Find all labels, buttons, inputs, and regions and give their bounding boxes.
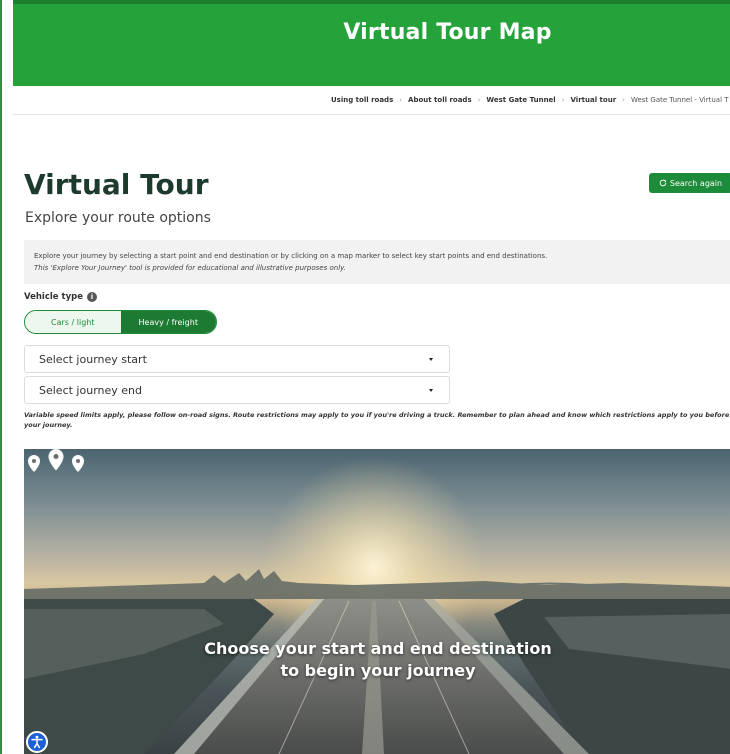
chevron-right-icon: › <box>622 96 625 104</box>
journey-start-placeholder: Select journey start <box>39 352 147 366</box>
page-title: Virtual Tour <box>24 168 209 201</box>
vehicle-type-text: Vehicle type <box>24 292 83 302</box>
accessibility-icon <box>31 735 43 749</box>
chevron-right-icon: › <box>399 96 403 104</box>
hero-line-2: to begin your journey <box>280 661 476 680</box>
site-header: Virtual Tour Map <box>13 0 730 86</box>
page-header-title: Virtual Tour Map <box>343 20 552 45</box>
breadcrumb-item-virtual-tour[interactable]: Virtual tour <box>571 96 617 104</box>
breadcrumb-item-west-gate-tunnel[interactable]: West Gate Tunnel <box>486 96 555 104</box>
hero-line-1: Choose your start and end destination <box>204 639 552 658</box>
breadcrumb-item-about-toll-roads[interactable]: About toll roads <box>408 96 472 104</box>
hero-scene <box>24 457 730 754</box>
chevron-down-icon <box>429 388 433 392</box>
page-subtitle: Explore your route options <box>25 210 211 226</box>
page: Virtual Tour Map Using toll roads › Abou… <box>0 0 730 754</box>
journey-end-placeholder: Select journey end <box>39 383 142 397</box>
journey-end-select[interactable]: Select journey end <box>24 376 450 404</box>
refresh-icon <box>659 179 667 187</box>
search-again-button[interactable]: Search again <box>649 173 730 193</box>
breadcrumb-item-current: West Gate Tunnel - Virtual T <box>630 96 729 104</box>
vehicle-option-heavy[interactable]: Heavy / freight <box>120 311 216 333</box>
breadcrumb-item-using-toll-roads[interactable]: Using toll roads <box>331 96 393 104</box>
accessibility-button[interactable] <box>26 731 48 753</box>
hero-message: Choose your start and end destination to… <box>24 638 730 682</box>
hero-image: Choose your start and end destination to… <box>24 449 730 754</box>
info-text: Explore your journey by selecting a star… <box>34 252 548 260</box>
chevron-down-icon <box>429 357 433 361</box>
info-icon[interactable]: i <box>86 292 97 302</box>
journey-start-select[interactable]: Select journey start <box>24 345 450 373</box>
speed-limit-notice: Variable speed limits apply, please foll… <box>24 411 730 429</box>
vehicle-option-cars[interactable]: Cars / light <box>25 311 121 333</box>
disclaimer-text: This 'Explore Your Journey' tool is prov… <box>34 264 346 272</box>
chevron-right-icon: › <box>477 96 481 104</box>
info-box: Explore your journey by selecting a star… <box>24 240 730 284</box>
map-pin-icon <box>28 449 84 472</box>
vehicle-type-label: Vehicle type i <box>24 292 97 302</box>
chevron-right-icon: › <box>561 96 565 104</box>
search-again-label: Search again <box>669 178 723 188</box>
vehicle-type-toggle: Cars / light Heavy / freight <box>24 310 217 334</box>
breadcrumb: Using toll roads › About toll roads › We… <box>13 86 730 115</box>
